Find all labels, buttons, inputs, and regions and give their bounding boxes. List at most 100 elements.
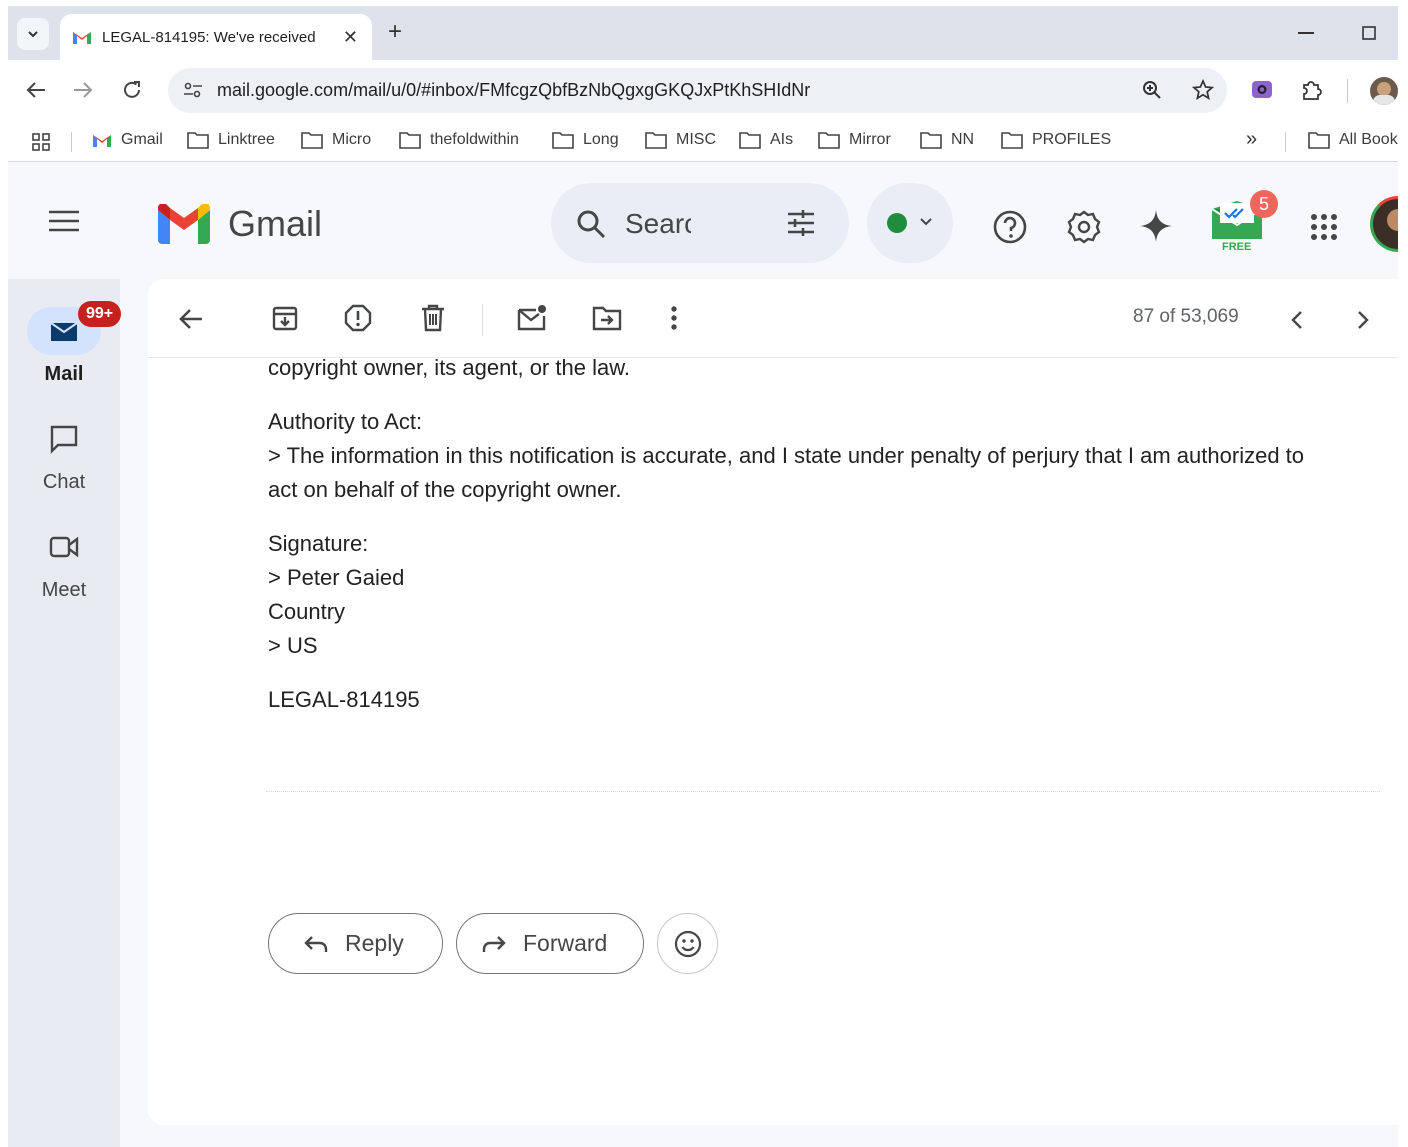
- bookmark-label: Mirror: [849, 131, 891, 148]
- active-tab[interactable]: LEGAL-814195: We've received ✕: [60, 14, 372, 60]
- bookmark-thefoldwithin[interactable]: thefoldwithin: [399, 131, 519, 149]
- tab-strip: LEGAL-814195: We've received ✕ +: [8, 6, 1398, 60]
- gmail-header: Gmail Search 5 FREE: [8, 163, 1398, 279]
- bookmarks-bar: Gmail Linktree Micro thefoldwithin Long …: [8, 120, 1398, 162]
- extensions-puzzle-icon[interactable]: [1300, 78, 1324, 102]
- bookmark-linktree[interactable]: Linktree: [187, 131, 275, 149]
- rail-item-chat[interactable]: Chat: [8, 415, 120, 494]
- emoji-reaction-button[interactable]: [657, 913, 718, 974]
- help-icon[interactable]: [992, 209, 1028, 245]
- bookmark-micro[interactable]: Micro: [301, 131, 371, 149]
- left-rail: 99+ Mail Chat Meet: [8, 279, 122, 1147]
- search-icon[interactable]: [575, 208, 607, 240]
- folder-icon: [739, 132, 761, 149]
- reply-button[interactable]: Reply: [268, 913, 443, 974]
- bookmark-label: AIs: [770, 131, 794, 148]
- close-tab-icon[interactable]: ✕: [343, 27, 358, 48]
- chevron-down-icon: [920, 218, 932, 226]
- meet-pill: [27, 523, 101, 571]
- more-options-icon[interactable]: [670, 304, 678, 332]
- new-tab-button[interactable]: +: [388, 20, 402, 44]
- newer-message-chevron-icon[interactable]: [1290, 310, 1304, 330]
- message-toolbar: 87 of 53,069: [148, 279, 1398, 358]
- bookmark-label: PROFILES: [1032, 131, 1112, 148]
- bookmark-nn[interactable]: NN: [920, 131, 974, 149]
- message-view: 87 of 53,069 copyright owner, its agent,…: [148, 279, 1398, 1125]
- gmail-wordmark: Gmail: [228, 203, 323, 244]
- video-camera-icon: [49, 536, 79, 558]
- bookmark-profiles[interactable]: PROFILES: [1001, 131, 1111, 149]
- forward-button[interactable]: Forward: [456, 913, 644, 974]
- bookmark-label: MISC: [676, 131, 716, 148]
- toolbar-divider: [1347, 79, 1348, 103]
- account-avatar[interactable]: [1370, 196, 1398, 252]
- free-label: FREE: [1222, 241, 1252, 253]
- rail-label-mail: Mail: [44, 363, 84, 385]
- search-placeholder: Search: [625, 208, 691, 239]
- message-counter: 87 of 53,069: [1133, 306, 1239, 327]
- maximize-icon[interactable]: [1362, 26, 1376, 40]
- main-menu-icon[interactable]: [48, 210, 80, 232]
- address-bar[interactable]: mail.google.com/mail/u/0/#inbox/FMfcgzQb…: [168, 68, 1227, 113]
- back-arrow-icon[interactable]: [25, 79, 47, 101]
- delete-trash-icon[interactable]: [420, 304, 446, 332]
- search-options-icon[interactable]: [785, 207, 817, 239]
- folder-icon: [645, 132, 667, 149]
- back-to-inbox-icon[interactable]: [178, 307, 204, 331]
- older-message-chevron-icon[interactable]: [1356, 310, 1370, 330]
- bookmark-label: Linktree: [218, 131, 275, 148]
- minimize-icon[interactable]: [1298, 32, 1314, 34]
- status-selector[interactable]: [867, 183, 953, 263]
- google-apps-icon[interactable]: [1310, 213, 1338, 241]
- bookmark-misc[interactable]: MISC: [645, 131, 716, 149]
- rail-item-meet[interactable]: Meet: [8, 523, 120, 602]
- screenshot-extension-icon[interactable]: [1251, 78, 1273, 100]
- tab-title: LEGAL-814195: We've received: [102, 28, 316, 46]
- bookmark-long[interactable]: Long: [552, 131, 619, 149]
- bookmark-label: thefoldwithin: [430, 131, 519, 148]
- settings-gear-icon[interactable]: [1066, 209, 1102, 245]
- navigation-bar: mail.google.com/mail/u/0/#inbox/FMfcgzQb…: [8, 60, 1398, 120]
- reload-icon[interactable]: [121, 79, 143, 101]
- folder-icon: [301, 132, 323, 149]
- site-settings-icon[interactable]: [182, 79, 204, 101]
- rail-item-mail[interactable]: 99+ Mail: [8, 301, 122, 386]
- bookmark-ais[interactable]: AIs: [739, 131, 793, 149]
- bookmark-label: Micro: [332, 131, 372, 148]
- authority-heading: Authority to Act:: [268, 409, 423, 434]
- message-body: copyright owner, its agent, or the law. …: [268, 351, 1388, 717]
- authority-statement-cont: act on behalf of the copyright owner.: [268, 477, 622, 502]
- archive-icon[interactable]: [271, 304, 299, 332]
- bookmark-star-icon[interactable]: [1192, 79, 1214, 101]
- zoom-icon[interactable]: [1141, 79, 1163, 101]
- gmail-logo[interactable]: Gmail: [158, 203, 322, 245]
- bookmarks-overflow-button[interactable]: »: [1246, 128, 1257, 151]
- rail-label-chat: Chat: [42, 471, 86, 493]
- signature-value: > Peter Gaied: [268, 565, 405, 590]
- reference-id: LEGAL-814195: [268, 687, 420, 712]
- chevron-down-icon: [28, 31, 38, 38]
- folder-icon: [1308, 132, 1330, 149]
- browser-window: LEGAL-814195: We've received ✕ + mail.go…: [8, 6, 1398, 1147]
- bookmark-mirror[interactable]: Mirror: [818, 131, 891, 149]
- move-to-folder-icon[interactable]: [592, 304, 622, 332]
- url-text: mail.google.com/mail/u/0/#inbox/FMfcgzQb…: [217, 80, 811, 100]
- message-divider: [266, 791, 1380, 792]
- bookmark-gmail[interactable]: Gmail: [92, 131, 163, 149]
- unread-count-badge: 99+: [78, 301, 122, 327]
- report-spam-icon[interactable]: [344, 304, 372, 332]
- bookmarks-divider: [71, 132, 72, 152]
- toolbar-divider: [482, 304, 483, 336]
- bookmark-label: All Book: [1339, 131, 1398, 148]
- all-bookmarks-button[interactable]: All Book: [1308, 131, 1398, 149]
- mail-search-box[interactable]: Search: [551, 183, 849, 263]
- gemini-sparkle-icon[interactable]: [1139, 209, 1173, 243]
- tab-search-button[interactable]: [17, 18, 49, 50]
- forward-arrow-icon[interactable]: [72, 79, 94, 101]
- bookmark-label: Gmail: [121, 131, 163, 148]
- chat-pill: [27, 415, 101, 463]
- mail-envelope-icon: [50, 322, 78, 341]
- profile-avatar[interactable]: [1370, 77, 1398, 105]
- mark-unread-icon[interactable]: [517, 304, 547, 332]
- apps-grid-icon[interactable]: [32, 133, 50, 151]
